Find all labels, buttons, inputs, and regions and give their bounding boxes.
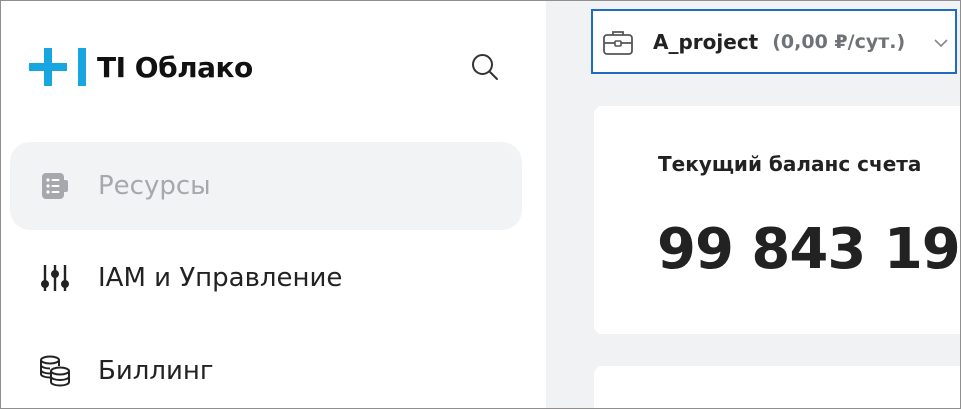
balance-value: 99 843 191 [657,217,960,282]
sidebar-item-label: IAM и Управление [98,263,343,293]
project-name: A_project [653,29,759,54]
balance-card: Текущий баланс счета 99 843 191 [594,106,960,334]
sidebar-item-label: Ресурсы [98,171,211,201]
logo[interactable]: TI Облако [29,47,253,87]
search-icon [472,54,498,80]
search-button[interactable] [467,49,503,85]
sidebar-item-iam[interactable]: IAM и Управление [10,234,522,322]
sliders-icon [38,261,72,295]
billing-coins-icon [38,354,72,388]
logo-mark-icon [29,47,87,87]
app-window: TI Облако Ресурсы IAM и Управление Билли… [0,0,961,409]
resources-icon [38,169,72,203]
project-daily-cost: (0,00 ₽/сут.) [772,30,906,53]
sidebar: TI Облако Ресурсы IAM и Управление Билли… [1,1,546,408]
briefcase-icon [603,30,633,55]
chevron-down-icon [934,39,948,48]
project-selector[interactable]: A_project (0,00 ₽/сут.) [591,9,957,74]
sidebar-item-billing[interactable]: Биллинг [10,327,522,408]
sidebar-item-resources[interactable]: Ресурсы [10,142,522,230]
secondary-card [594,366,960,408]
balance-title: Текущий баланс счета [658,152,922,176]
main-content: A_project (0,00 ₽/сут.) Текущий баланс с… [546,1,960,408]
logo-text: TI Облако [97,50,253,84]
sidebar-item-label: Биллинг [98,356,214,386]
